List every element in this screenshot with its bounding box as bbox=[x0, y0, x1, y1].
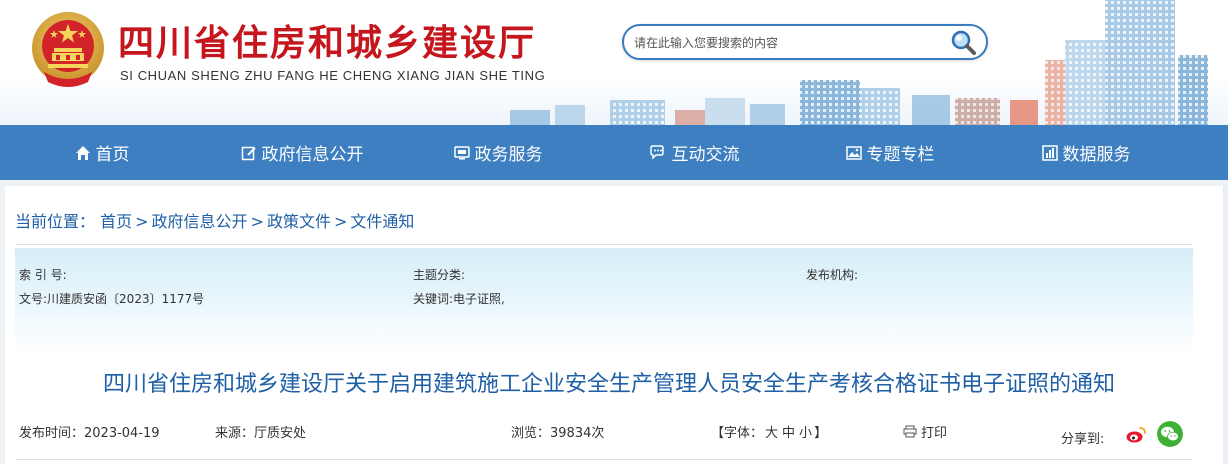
wechat-icon[interactable] bbox=[1157, 421, 1183, 447]
print-button[interactable]: 打印 bbox=[903, 422, 947, 441]
nav-item-home[interactable]: 首页 bbox=[0, 125, 204, 180]
monitor-icon bbox=[453, 145, 470, 161]
keywords-field: 关键词:电子证照, bbox=[413, 290, 505, 307]
doc-number-value: 川建质安函〔2023〕1177号 bbox=[47, 292, 205, 306]
weibo-icon[interactable] bbox=[1123, 422, 1149, 448]
source-value: 厅质安处 bbox=[254, 426, 307, 441]
edit-icon bbox=[241, 145, 257, 161]
breadcrumb: 当前位置： 首页 > 政府信息公开 > 政策文件 > 文件通知 bbox=[15, 208, 414, 232]
nav-item-label: 政府信息公开 bbox=[261, 145, 364, 165]
chat-icon bbox=[649, 144, 667, 161]
font-size-control: 【字体：大中小】 bbox=[711, 422, 827, 441]
divider bbox=[15, 244, 1193, 245]
nav-item-special-topics[interactable]: 专题专栏 bbox=[792, 125, 988, 180]
national-emblem-logo bbox=[32, 12, 104, 87]
nav-item-data-services[interactable]: 数据服务 bbox=[988, 125, 1184, 180]
keywords-label: 关键词: bbox=[413, 292, 454, 306]
font-size-small-button[interactable]: 小 bbox=[799, 426, 812, 441]
site-header: 四川省住房和城乡建设厅 SI CHUAN SHENG ZHU FANG HE C… bbox=[0, 0, 1228, 125]
nav-item-gov-services[interactable]: 政务服务 bbox=[400, 125, 596, 180]
nav-item-label: 首页 bbox=[95, 145, 130, 165]
view-count-value: 39834次 bbox=[550, 426, 605, 441]
search-icon[interactable] bbox=[948, 28, 978, 58]
search-input[interactable] bbox=[634, 32, 934, 54]
share-label: 分享到: bbox=[1061, 432, 1105, 447]
nav-item-label: 数据服务 bbox=[1062, 145, 1131, 165]
doc-number-label: 文号: bbox=[19, 292, 48, 306]
view-count: 浏览：39834次 bbox=[511, 422, 604, 441]
publish-date-label: 发布时间： bbox=[19, 426, 85, 441]
document-metadata: 索 引 号: 主题分类: 发布机构: 文号:川建质安函〔2023〕1177号 关… bbox=[15, 248, 1193, 353]
search-box bbox=[622, 24, 988, 60]
breadcrumb-label: 当前位置： bbox=[15, 212, 96, 231]
nav-item-label: 互动交流 bbox=[671, 145, 740, 165]
nav-item-label: 专题专栏 bbox=[866, 145, 935, 165]
main-navigation: 首页 政府信息公开 政务服务 互动交流 专题专栏 数据服务 bbox=[0, 125, 1228, 180]
publisher-label: 发布机构: bbox=[806, 268, 859, 282]
chart-icon bbox=[1041, 144, 1058, 161]
topic-field: 主题分类: bbox=[413, 266, 465, 283]
breadcrumb-separator: > bbox=[333, 212, 348, 231]
site-title: 四川省住房和城乡建设厅 bbox=[118, 22, 537, 64]
page-edge bbox=[1223, 186, 1228, 464]
breadcrumb-link-home[interactable]: 首页 bbox=[100, 212, 132, 231]
font-size-label: 【字体： bbox=[711, 426, 764, 441]
breadcrumb-separator: > bbox=[135, 212, 149, 231]
font-size-close: 】 bbox=[814, 426, 828, 441]
article-panel: 当前位置： 首页 > 政府信息公开 > 政策文件 > 文件通知 索 引 号: 主题分类: 发… bbox=[5, 186, 1223, 464]
topic-label: 主题分类: bbox=[413, 268, 466, 282]
document-title: 四川省住房和城乡建设厅关于启用建筑施工企业安全生产管理人员安全生产考核合格证书电… bbox=[102, 372, 1115, 397]
print-label: 打印 bbox=[921, 426, 948, 441]
source: 来源：厅质安处 bbox=[215, 422, 306, 441]
nav-item-gov-info[interactable]: 政府信息公开 bbox=[204, 125, 400, 180]
breadcrumb-separator: > bbox=[250, 212, 264, 231]
source-label: 来源： bbox=[215, 426, 255, 441]
font-size-large-button[interactable]: 大 bbox=[765, 426, 778, 441]
article-info-bar: 发布时间：2023-04-19 来源：厅质安处 浏览：39834次 【字体：大中… bbox=[5, 418, 1223, 448]
doc-number-field: 文号:川建质安函〔2023〕1177号 bbox=[19, 290, 204, 307]
font-size-medium-button[interactable]: 中 bbox=[782, 426, 795, 441]
index-number-label: 索 引 号: bbox=[19, 268, 67, 282]
divider bbox=[15, 459, 1193, 460]
index-number-field: 索 引 号: bbox=[19, 266, 67, 283]
printer-icon bbox=[903, 425, 917, 438]
publish-date-value: 2023-04-19 bbox=[84, 426, 160, 441]
site-subtitle: SI CHUAN SHENG ZHU FANG HE CHENG XIANG J… bbox=[120, 68, 546, 83]
publisher-field: 发布机构: bbox=[806, 266, 858, 283]
publish-date: 发布时间：2023-04-19 bbox=[19, 422, 160, 441]
breadcrumb-link-policy-docs[interactable]: 政策文件 bbox=[267, 212, 331, 231]
nav-item-interaction[interactable]: 互动交流 bbox=[596, 125, 792, 180]
view-count-label: 浏览： bbox=[511, 426, 551, 441]
image-icon bbox=[845, 145, 862, 161]
home-icon bbox=[75, 145, 91, 161]
breadcrumb-link-gov-info[interactable]: 政府信息公开 bbox=[152, 212, 248, 231]
breadcrumb-link-notices[interactable]: 文件通知 bbox=[350, 212, 414, 231]
keywords-value: 电子证照, bbox=[453, 292, 505, 306]
nav-item-label: 政务服务 bbox=[474, 145, 543, 165]
